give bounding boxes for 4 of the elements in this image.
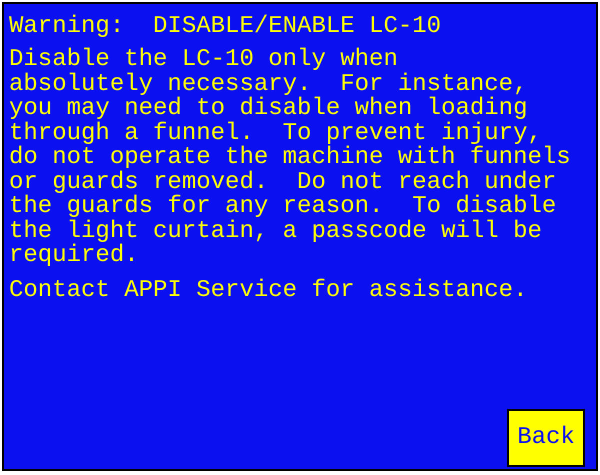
back-button[interactable]: Back (507, 409, 585, 467)
message-text: Disable the LC-10 only when absolutely necessary. For instance, you may need to disable when loading through a funnel. To prevent injury, do not operate the machine with funnels or guards removed. Do not reach under the guards for any reason. To disable the light curtain, a passcode will be required. (9, 48, 571, 268)
warning-title: Warning: DISABLE/ENABLE LC-10 (9, 14, 442, 40)
message-text: Contact APPI Service for assistance. (9, 278, 528, 303)
